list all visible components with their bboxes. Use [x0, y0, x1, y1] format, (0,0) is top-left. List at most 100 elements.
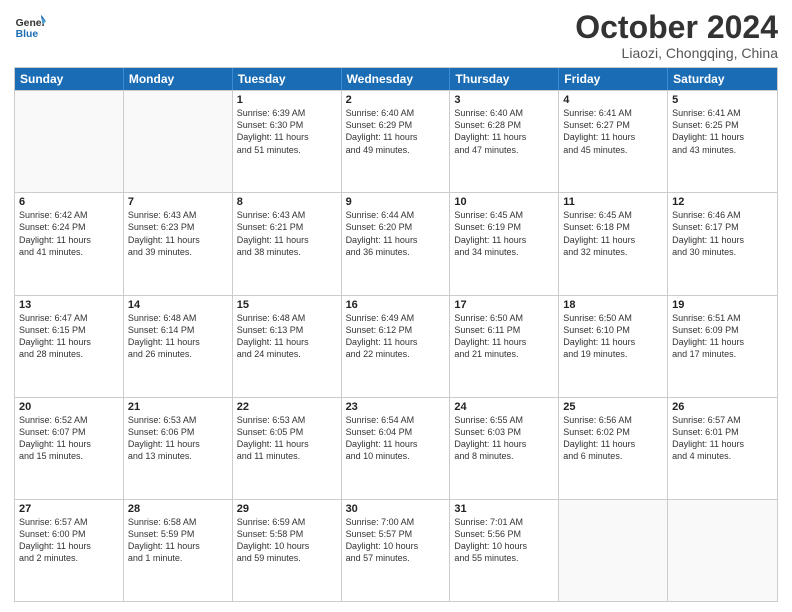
day-cell-4: 4Sunrise: 6:41 AMSunset: 6:27 PMDaylight…: [559, 91, 668, 192]
day-number: 12: [672, 196, 773, 208]
day-number: 8: [237, 196, 337, 208]
sun-info: Sunrise: 6:59 AMSunset: 5:58 PMDaylight:…: [237, 516, 337, 565]
day-cell-26: 26Sunrise: 6:57 AMSunset: 6:01 PMDayligh…: [668, 398, 777, 499]
day-cell-27: 27Sunrise: 6:57 AMSunset: 6:00 PMDayligh…: [15, 500, 124, 601]
day-header-wednesday: Wednesday: [342, 68, 451, 90]
day-header-friday: Friday: [559, 68, 668, 90]
empty-cell: [559, 500, 668, 601]
location: Liaozi, Chongqing, China: [575, 45, 778, 61]
day-number: 6: [19, 196, 119, 208]
sun-info: Sunrise: 6:51 AMSunset: 6:09 PMDaylight:…: [672, 312, 773, 361]
day-cell-7: 7Sunrise: 6:43 AMSunset: 6:23 PMDaylight…: [124, 193, 233, 294]
day-number: 14: [128, 299, 228, 311]
sun-info: Sunrise: 6:58 AMSunset: 5:59 PMDaylight:…: [128, 516, 228, 565]
day-number: 23: [346, 401, 446, 413]
day-number: 11: [563, 196, 663, 208]
logo: General Blue: [14, 10, 46, 42]
sun-info: Sunrise: 6:53 AMSunset: 6:05 PMDaylight:…: [237, 414, 337, 463]
week-row-3: 13Sunrise: 6:47 AMSunset: 6:15 PMDayligh…: [15, 295, 777, 397]
sun-info: Sunrise: 6:44 AMSunset: 6:20 PMDaylight:…: [346, 209, 446, 258]
sun-info: Sunrise: 7:01 AMSunset: 5:56 PMDaylight:…: [454, 516, 554, 565]
day-number: 9: [346, 196, 446, 208]
sun-info: Sunrise: 6:43 AMSunset: 6:21 PMDaylight:…: [237, 209, 337, 258]
day-number: 16: [346, 299, 446, 311]
calendar-body: 1Sunrise: 6:39 AMSunset: 6:30 PMDaylight…: [15, 90, 777, 601]
day-number: 5: [672, 94, 773, 106]
sun-info: Sunrise: 6:45 AMSunset: 6:19 PMDaylight:…: [454, 209, 554, 258]
day-cell-31: 31Sunrise: 7:01 AMSunset: 5:56 PMDayligh…: [450, 500, 559, 601]
week-row-2: 6Sunrise: 6:42 AMSunset: 6:24 PMDaylight…: [15, 192, 777, 294]
day-cell-3: 3Sunrise: 6:40 AMSunset: 6:28 PMDaylight…: [450, 91, 559, 192]
day-cell-2: 2Sunrise: 6:40 AMSunset: 6:29 PMDaylight…: [342, 91, 451, 192]
day-number: 15: [237, 299, 337, 311]
day-number: 28: [128, 503, 228, 515]
day-number: 1: [237, 94, 337, 106]
day-cell-15: 15Sunrise: 6:48 AMSunset: 6:13 PMDayligh…: [233, 296, 342, 397]
sun-info: Sunrise: 6:57 AMSunset: 6:01 PMDaylight:…: [672, 414, 773, 463]
calendar-header-row: SundayMondayTuesdayWednesdayThursdayFrid…: [15, 68, 777, 90]
sun-info: Sunrise: 6:41 AMSunset: 6:25 PMDaylight:…: [672, 107, 773, 156]
day-cell-10: 10Sunrise: 6:45 AMSunset: 6:19 PMDayligh…: [450, 193, 559, 294]
sun-info: Sunrise: 6:53 AMSunset: 6:06 PMDaylight:…: [128, 414, 228, 463]
empty-cell: [15, 91, 124, 192]
svg-text:Blue: Blue: [16, 29, 39, 40]
sun-info: Sunrise: 6:55 AMSunset: 6:03 PMDaylight:…: [454, 414, 554, 463]
day-cell-13: 13Sunrise: 6:47 AMSunset: 6:15 PMDayligh…: [15, 296, 124, 397]
sun-info: Sunrise: 6:39 AMSunset: 6:30 PMDaylight:…: [237, 107, 337, 156]
day-header-sunday: Sunday: [15, 68, 124, 90]
day-number: 19: [672, 299, 773, 311]
empty-cell: [124, 91, 233, 192]
day-number: 22: [237, 401, 337, 413]
sun-info: Sunrise: 6:41 AMSunset: 6:27 PMDaylight:…: [563, 107, 663, 156]
day-cell-5: 5Sunrise: 6:41 AMSunset: 6:25 PMDaylight…: [668, 91, 777, 192]
day-number: 31: [454, 503, 554, 515]
sun-info: Sunrise: 6:50 AMSunset: 6:11 PMDaylight:…: [454, 312, 554, 361]
day-cell-29: 29Sunrise: 6:59 AMSunset: 5:58 PMDayligh…: [233, 500, 342, 601]
day-number: 18: [563, 299, 663, 311]
day-cell-28: 28Sunrise: 6:58 AMSunset: 5:59 PMDayligh…: [124, 500, 233, 601]
day-header-saturday: Saturday: [668, 68, 777, 90]
day-number: 29: [237, 503, 337, 515]
day-cell-30: 30Sunrise: 7:00 AMSunset: 5:57 PMDayligh…: [342, 500, 451, 601]
day-number: 20: [19, 401, 119, 413]
day-number: 13: [19, 299, 119, 311]
sun-info: Sunrise: 6:54 AMSunset: 6:04 PMDaylight:…: [346, 414, 446, 463]
day-number: 25: [563, 401, 663, 413]
sun-info: Sunrise: 6:57 AMSunset: 6:00 PMDaylight:…: [19, 516, 119, 565]
day-cell-11: 11Sunrise: 6:45 AMSunset: 6:18 PMDayligh…: [559, 193, 668, 294]
day-cell-14: 14Sunrise: 6:48 AMSunset: 6:14 PMDayligh…: [124, 296, 233, 397]
day-number: 17: [454, 299, 554, 311]
sun-info: Sunrise: 6:49 AMSunset: 6:12 PMDaylight:…: [346, 312, 446, 361]
day-cell-23: 23Sunrise: 6:54 AMSunset: 6:04 PMDayligh…: [342, 398, 451, 499]
sun-info: Sunrise: 6:40 AMSunset: 6:28 PMDaylight:…: [454, 107, 554, 156]
sun-info: Sunrise: 6:42 AMSunset: 6:24 PMDaylight:…: [19, 209, 119, 258]
day-cell-1: 1Sunrise: 6:39 AMSunset: 6:30 PMDaylight…: [233, 91, 342, 192]
sun-info: Sunrise: 6:40 AMSunset: 6:29 PMDaylight:…: [346, 107, 446, 156]
svg-text:General: General: [16, 18, 46, 29]
day-cell-21: 21Sunrise: 6:53 AMSunset: 6:06 PMDayligh…: [124, 398, 233, 499]
day-number: 21: [128, 401, 228, 413]
week-row-4: 20Sunrise: 6:52 AMSunset: 6:07 PMDayligh…: [15, 397, 777, 499]
day-header-monday: Monday: [124, 68, 233, 90]
day-cell-9: 9Sunrise: 6:44 AMSunset: 6:20 PMDaylight…: [342, 193, 451, 294]
day-cell-16: 16Sunrise: 6:49 AMSunset: 6:12 PMDayligh…: [342, 296, 451, 397]
day-cell-6: 6Sunrise: 6:42 AMSunset: 6:24 PMDaylight…: [15, 193, 124, 294]
sun-info: Sunrise: 6:48 AMSunset: 6:13 PMDaylight:…: [237, 312, 337, 361]
header: General Blue October 2024 Liaozi, Chongq…: [14, 10, 778, 61]
day-cell-12: 12Sunrise: 6:46 AMSunset: 6:17 PMDayligh…: [668, 193, 777, 294]
day-cell-24: 24Sunrise: 6:55 AMSunset: 6:03 PMDayligh…: [450, 398, 559, 499]
page: General Blue October 2024 Liaozi, Chongq…: [0, 0, 792, 612]
day-cell-18: 18Sunrise: 6:50 AMSunset: 6:10 PMDayligh…: [559, 296, 668, 397]
day-number: 4: [563, 94, 663, 106]
day-cell-17: 17Sunrise: 6:50 AMSunset: 6:11 PMDayligh…: [450, 296, 559, 397]
day-number: 7: [128, 196, 228, 208]
sun-info: Sunrise: 6:45 AMSunset: 6:18 PMDaylight:…: [563, 209, 663, 258]
title-block: October 2024 Liaozi, Chongqing, China: [575, 10, 778, 61]
sun-info: Sunrise: 6:48 AMSunset: 6:14 PMDaylight:…: [128, 312, 228, 361]
day-number: 24: [454, 401, 554, 413]
day-number: 26: [672, 401, 773, 413]
sun-info: Sunrise: 7:00 AMSunset: 5:57 PMDaylight:…: [346, 516, 446, 565]
sun-info: Sunrise: 6:52 AMSunset: 6:07 PMDaylight:…: [19, 414, 119, 463]
day-header-tuesday: Tuesday: [233, 68, 342, 90]
logo-icon: General Blue: [14, 10, 46, 42]
